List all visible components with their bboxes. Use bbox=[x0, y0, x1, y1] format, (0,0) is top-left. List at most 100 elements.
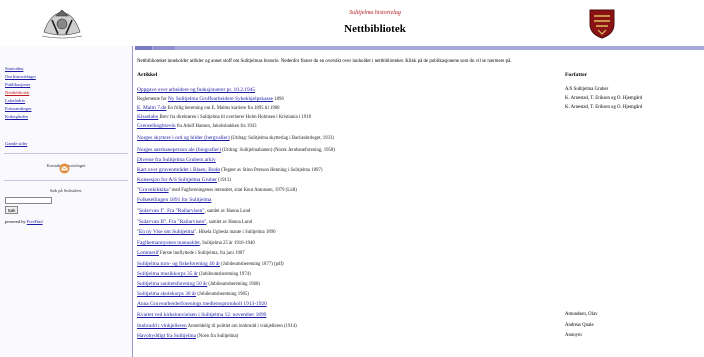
row-note: (Jubileumsberetning 1877) (pdf) bbox=[220, 262, 284, 267]
sidebar-divider bbox=[4, 180, 128, 181]
article-link[interactable]: Kisselabo bbox=[137, 114, 158, 120]
table-row: E. Malm 7.de En frilig beretning om E. M… bbox=[137, 105, 702, 114]
article-link[interactable]: Ny Sulitjelma Gruffearbeidere Sykekhjelp… bbox=[168, 96, 273, 102]
sidebar-item-library[interactable]: Nettbibliotek bbox=[5, 90, 29, 95]
article-link[interactable]: Sulitjelma skolekorps 30 år bbox=[137, 291, 196, 297]
powered-by-text: powered by bbox=[5, 219, 26, 224]
article-link[interactable]: Innbrudd i vinkjelleren bbox=[137, 323, 187, 329]
sidebar-divider bbox=[4, 153, 128, 154]
article-link[interactable]: Kvartet ved kirkeinnvielsen i Sulitjelma… bbox=[137, 312, 266, 318]
table-row: Konsesjon for A/S Sulitjelma Gruber (191… bbox=[137, 177, 702, 186]
row-prefix: Reglemente for bbox=[137, 97, 168, 102]
row-note: (Jubileumsberetning 1974) bbox=[197, 272, 251, 277]
column-header-article: Artikkel bbox=[137, 72, 158, 78]
row-note: Første innflyttede i Sulitjelma, fra jun… bbox=[158, 251, 245, 256]
row-note: ". Hikela Ugbesla mante i Sulitjelma 189… bbox=[194, 230, 276, 235]
article-link[interactable]: Diverse fra Sulitjelma Grubers arkiv bbox=[137, 157, 216, 163]
row-author: A/S Sulitjelma Gruber bbox=[565, 87, 609, 92]
article-link[interactable]: Folketellingen 1891 for Sulitjelma bbox=[137, 197, 211, 203]
sidebar-item-about[interactable]: Om historielaget bbox=[5, 74, 36, 79]
article-link[interactable]: Konsesjon for A/S Sulitjelma Gruber bbox=[137, 177, 217, 183]
table-row: Kart over gruveområdet i Blaen, Bodø (Te… bbox=[137, 167, 702, 176]
contact-mail-icon[interactable] bbox=[59, 163, 70, 174]
intro-text: Nettbiblioteket inneholder artikler og a… bbox=[137, 59, 512, 64]
table-row: Faglbemannyenes manualdet, Sulitjelma 25… bbox=[137, 240, 702, 249]
table-row: Reglemente for Ny Sulitjelma Gruffearbei… bbox=[137, 96, 702, 105]
row-author: Amundsen, Olav bbox=[565, 312, 598, 317]
article-link[interactable]: En ny Vise om Sulitjelma bbox=[139, 229, 194, 235]
article-link[interactable]: Gruvekikkika bbox=[139, 187, 169, 193]
row-note: fra Adolf Hansen, Jakobsbakken fra 1943 bbox=[175, 124, 257, 129]
row-note: Anmeldelig til politiet om innbrudd i vi… bbox=[186, 324, 297, 329]
page-title: Nettbibliotek bbox=[344, 23, 406, 35]
table-row: Oppgave over arbeidere og funksjonærer p… bbox=[137, 87, 702, 96]
row-note: , Sulitjelma 25 år 1916-1940 bbox=[199, 241, 255, 246]
sidebar-item-photos[interactable]: Fotosamlinger bbox=[5, 106, 32, 111]
row-note: (Noen fra Sulitjelma) bbox=[196, 334, 239, 339]
main-content: Nettbiblioteket inneholder artikler og a… bbox=[135, 50, 704, 357]
coat-of-arms-icon bbox=[589, 9, 615, 39]
table-row: Sulitjelma sanitetsforening 50 år (Jubil… bbox=[137, 281, 702, 290]
row-note: (1913) bbox=[216, 178, 231, 183]
row-author: Anonym bbox=[565, 333, 582, 338]
row-author: K. Arnestad, T. Eriksen og O. Hjemgård bbox=[565, 105, 643, 110]
table-row: Sulitjelma skolekorps 30 år (Jubileumsbe… bbox=[137, 291, 702, 300]
table-row: Sulitjelma turn- og fiskeforening 40 år … bbox=[137, 261, 702, 270]
table-row: "Sulavvan I". Fra "Railarvisen", samlet … bbox=[137, 208, 702, 217]
search-button[interactable]: Søk bbox=[5, 206, 18, 214]
sidebar-item-old-pages[interactable]: Gamle sider bbox=[5, 141, 27, 146]
sidebar-item-publications[interactable]: Publikasjoner bbox=[5, 82, 30, 87]
row-note: (Utdrag: Sulitjelmabanen) (Norsk Jernban… bbox=[220, 148, 335, 153]
freefind-link[interactable]: FreeFind bbox=[27, 219, 43, 224]
row-note: Brev fra direktøren i Sulitjelma til ove… bbox=[158, 115, 312, 120]
row-note: (Jubileumsberetning 1985) bbox=[196, 292, 249, 297]
site-subtitle: Sulitjelma historielag bbox=[349, 10, 401, 16]
article-link[interactable]: Sulitjelma sanitetsforening 50 år bbox=[137, 281, 207, 287]
sidebar: Startsiden Om historielaget Publikasjone… bbox=[0, 46, 133, 357]
sidebar-item-archive[interactable]: Lokalarkiv bbox=[5, 98, 25, 103]
table-row: "Gruvekikkika" med Fagforeningenes inten… bbox=[137, 187, 702, 196]
sidebar-item-cemetery[interactable]: Kirkegården bbox=[5, 114, 28, 119]
article-link[interactable]: Sulavvan I". Fra "Railarvisen" bbox=[139, 208, 205, 214]
sidebar-item-start[interactable]: Startsiden bbox=[5, 66, 23, 71]
site-header: Sulitjelma historielag Nettbibliotek bbox=[0, 0, 704, 46]
table-row: Norges skyttere i ord og bilder (bergval… bbox=[137, 135, 702, 144]
table-row: Norges sørsbaneperson ale (biografier) (… bbox=[137, 147, 702, 156]
row-note: (Utdrag: Sulitjelma skytterlag i Bachesb… bbox=[229, 136, 334, 141]
article-link[interactable]: Kart over gruveområdet i Blaen, Bodø bbox=[137, 167, 220, 173]
article-link[interactable]: Anna Gruvearbeiderforenings medlemsproto… bbox=[137, 301, 267, 307]
article-link[interactable]: Sulitjelma musikkorps 35 år bbox=[137, 271, 198, 277]
row-author: K. Arnestad, T. Eriksen og O. Hjemgård bbox=[565, 96, 643, 101]
table-row: "Sulavvan II". Fra "Railarvisen", samlet… bbox=[137, 219, 702, 228]
row-note: , samlet av Hanna Lund bbox=[206, 220, 253, 225]
article-link[interactable]: Sulitjelma turn- og fiskeforening 40 år bbox=[137, 261, 220, 267]
table-row: Diverse fra Sulitjelma Grubers arkiv bbox=[137, 157, 702, 166]
column-header-author: Forfatter bbox=[565, 72, 588, 78]
table-row: Kvartet ved kirkeinnvielsen i Sulitjelma… bbox=[137, 312, 702, 321]
search-label: Søk på Sulisiden: bbox=[49, 188, 83, 193]
row-note: 1896 bbox=[273, 97, 284, 102]
row-note: (Jubileumsberetning 1968) bbox=[207, 282, 260, 287]
article-link[interactable]: Oppgave over arbeidere og funksjonærer p… bbox=[137, 87, 255, 93]
row-author: Andreas Quale bbox=[565, 323, 594, 328]
table-row: Folketellingen 1891 for Sulitjelma bbox=[137, 197, 702, 206]
row-note: (Tegnet av Stinn Persson Henning i Sulit… bbox=[219, 168, 323, 173]
article-link[interactable]: Lommerif bbox=[137, 250, 159, 256]
article-link[interactable]: Sulavvan II". Fra "Railarvisen" bbox=[139, 219, 206, 225]
row-note: " med Fagforeningenes intensitet, sitat … bbox=[168, 188, 297, 193]
logo-crest-icon[interactable] bbox=[40, 6, 84, 40]
table-row: Innbrudd i vinkjelleren Anmeldelig til p… bbox=[137, 323, 702, 332]
article-link[interactable]: Grenselbogbrevin bbox=[137, 123, 176, 129]
table-row: Sulitjelma musikkorps 35 år (Jubileumsbe… bbox=[137, 271, 702, 280]
search-input[interactable] bbox=[5, 197, 52, 204]
article-link[interactable]: Faglbemannyenes manualdet bbox=[137, 240, 200, 246]
table-row: Grenselbogbrevin fra Adolf Hansen, Jakob… bbox=[137, 123, 702, 132]
row-note: En frilig beretning om E. Malms karriere… bbox=[166, 106, 280, 111]
article-link[interactable]: Norges skyttere i ord og bilder (bergval… bbox=[137, 135, 230, 141]
table-row: Kisselabo Brev fra direktøren i Sulitjel… bbox=[137, 114, 702, 123]
article-link[interactable]: Havobyddigt fra Sulitjelma bbox=[137, 333, 196, 339]
article-link[interactable]: Norges sørsbaneperson ale (biografier) bbox=[137, 147, 221, 153]
table-row: Lommerif Første innflyttede i Sulitjelma… bbox=[137, 250, 702, 259]
table-row: Havobyddigt fra Sulitjelma (Noen fra Sul… bbox=[137, 333, 702, 342]
article-link[interactable]: E. Malm 7.de bbox=[137, 105, 166, 111]
